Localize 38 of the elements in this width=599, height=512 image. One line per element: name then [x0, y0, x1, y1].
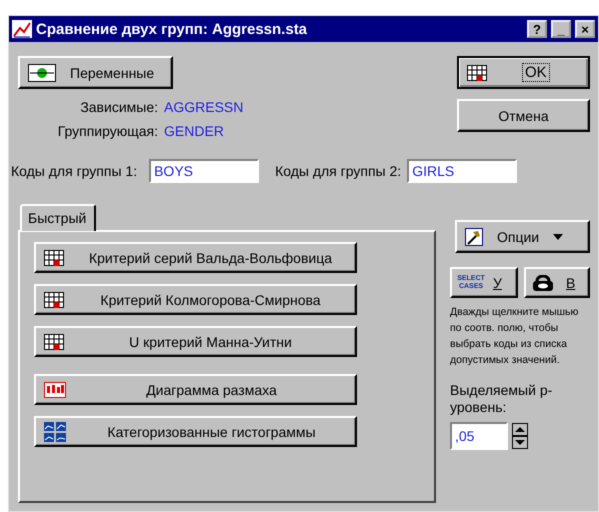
- test-button[interactable]: Диаграмма размаха: [34, 374, 357, 405]
- app-icon: [12, 20, 32, 38]
- boxplot-icon: [44, 382, 66, 398]
- test-button[interactable]: Критерий серий Вальда-Вольфовица: [34, 242, 357, 273]
- variable-value: GENDER: [164, 123, 225, 139]
- code-label: Коды для группы 1:: [11, 163, 138, 179]
- dropdown-caret-icon: [553, 234, 564, 240]
- window-title: Сравнение двух групп: Aggressn.sta: [36, 20, 308, 38]
- minimize-button[interactable]: _: [551, 20, 571, 38]
- spinner-icon: [512, 423, 528, 449]
- histograms-icon: [44, 422, 66, 442]
- hammer-icon: [465, 228, 483, 246]
- help-button[interactable]: ?: [527, 20, 547, 38]
- table-icon: [44, 334, 64, 350]
- code-field[interactable]: GIRLS: [407, 159, 518, 183]
- variable-label: Группирующая:: [56, 123, 158, 139]
- test-button[interactable]: Категоризованные гистограммы: [34, 416, 357, 447]
- variables-button[interactable]: Переменные: [18, 56, 173, 89]
- variable-value: AGGRESSN: [164, 99, 244, 115]
- variables-icon: [28, 64, 56, 82]
- table-icon: [467, 64, 487, 80]
- weight-icon: [532, 274, 554, 290]
- p-level-field[interactable]: ,05: [450, 422, 508, 450]
- p-level-label: Выделяемый р-уровень:: [450, 382, 554, 416]
- options-button[interactable]: Опции: [455, 220, 590, 253]
- code-field[interactable]: BOYS: [149, 159, 260, 183]
- test-button[interactable]: Критерий Колмогорова-Смирнова: [34, 284, 357, 315]
- ok-button[interactable]: OK: [457, 56, 590, 89]
- help-text: Дважды щелкните мышью по соотв. полю, чтобы выбрать коды из списка допустимых значений.: [450, 305, 580, 368]
- close-button[interactable]: ×: [575, 20, 595, 38]
- cancel-button[interactable]: Отмена: [457, 99, 590, 132]
- code-label: Коды для группы 2:: [275, 163, 402, 179]
- table-icon: [44, 292, 64, 308]
- variable-label: Зависимые:: [79, 99, 158, 115]
- tab[interactable]: Быстрый: [20, 204, 96, 231]
- weights-button[interactable]: В: [524, 267, 590, 298]
- table-icon: [44, 250, 64, 266]
- test-button[interactable]: U критерий Манна-Уитни: [34, 326, 357, 357]
